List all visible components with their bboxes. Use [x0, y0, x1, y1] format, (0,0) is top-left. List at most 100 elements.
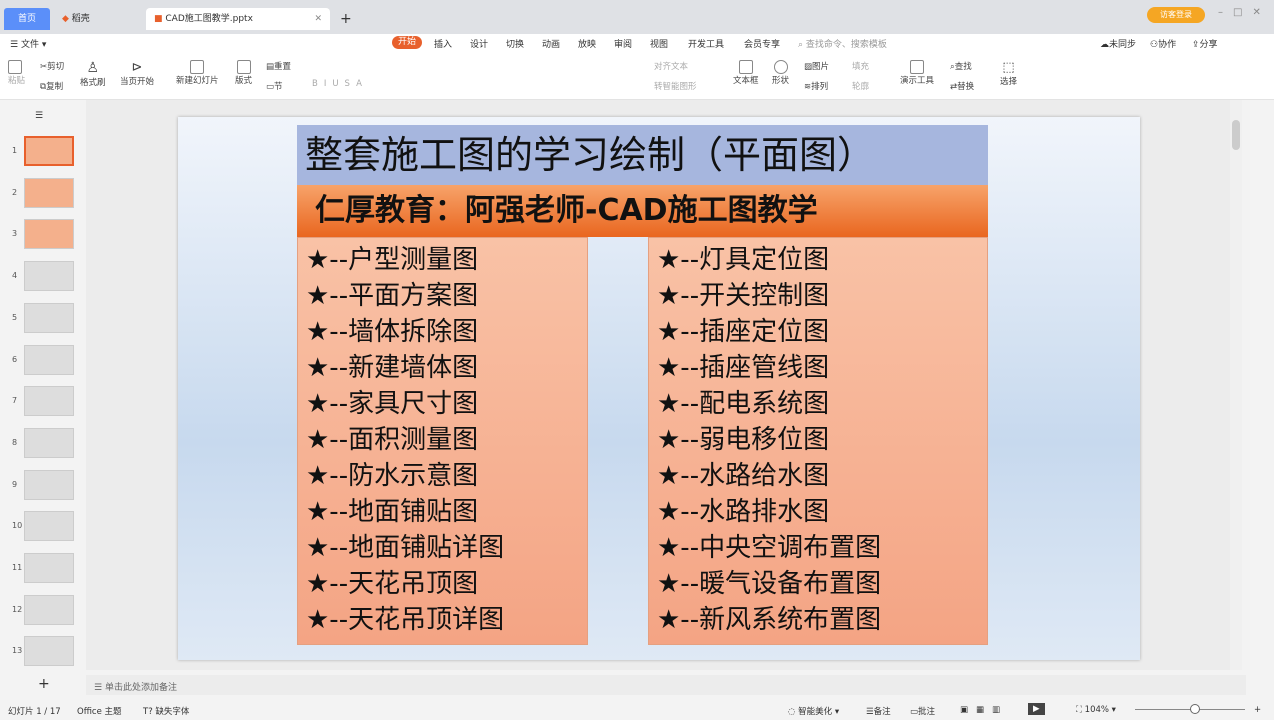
slide-thumbnail[interactable]	[24, 344, 74, 375]
format-painter-button[interactable]: ♙ 格式刷	[80, 60, 106, 88]
list-item: ★--地面铺贴图	[306, 497, 479, 527]
outline-view-icon[interactable]: ☰	[35, 111, 43, 121]
sync-button[interactable]: ☁未同步	[1100, 37, 1136, 50]
close-tab-icon[interactable]: ✕	[314, 8, 322, 30]
replace-label: 替换	[957, 82, 975, 92]
list-item: ★--暖气设备布置图	[657, 569, 882, 599]
slide-thumbnail[interactable]	[24, 136, 74, 166]
tab-view[interactable]: 视图	[650, 37, 668, 50]
zoom-in-button[interactable]: +	[1254, 705, 1261, 715]
slide-thumbnail[interactable]	[24, 302, 74, 333]
file-menu[interactable]: ☰ 文件 ▾	[10, 37, 46, 50]
slide-thumbnail[interactable]	[24, 261, 74, 292]
shape-button[interactable]: 形状	[772, 60, 789, 86]
reset-button[interactable]: ▤重置	[266, 60, 291, 72]
scroll-thumb[interactable]	[1232, 120, 1240, 150]
new-slide-button[interactable]: 新建幻灯片	[176, 60, 219, 86]
present-tools-label: 演示工具	[900, 76, 935, 86]
slide-thumbnail[interactable]	[24, 594, 74, 625]
play-slideshow-button[interactable]: ▶	[1028, 703, 1045, 715]
slide-thumbnail[interactable]	[24, 511, 74, 542]
slide-thumbnail[interactable]	[24, 177, 74, 208]
cut-label: 剪切	[47, 62, 65, 72]
left-list[interactable]: ★--户型测量图 ★--平面方案图 ★--墙体拆除图 ★--新建墙体图 ★--家具尺寸图…	[297, 237, 588, 645]
slide-title[interactable]: 整套施工图的学习绘制（平面图）	[297, 125, 988, 185]
slide-counter: 幻灯片 1 / 17	[8, 707, 61, 717]
slide-thumbnail[interactable]	[24, 386, 74, 417]
smartart-button[interactable]: 转智能图形	[654, 80, 697, 92]
notes-pane[interactable]: ☰ 单击此处添加备注	[86, 675, 1246, 695]
copy-button[interactable]: ⧉复制	[40, 80, 63, 92]
add-slide-button[interactable]: +	[38, 676, 50, 692]
slide-number: 12	[12, 604, 23, 614]
tab-slideshow[interactable]: 放映	[578, 37, 596, 50]
fill-button[interactable]: 填充	[852, 60, 869, 72]
zoom-fit-button[interactable]: ⛶ 104% ▾	[1076, 705, 1116, 715]
right-list[interactable]: ★--灯具定位图 ★--开关控制图 ★--插座定位图 ★--插座管线图 ★--配电系统图…	[648, 237, 988, 645]
missing-font-button[interactable]: T? 缺失字体	[143, 705, 189, 717]
cut-button[interactable]: ✂剪切	[40, 60, 64, 72]
align-text-button[interactable]: 对齐文本	[654, 60, 688, 72]
window-controls[interactable]: –□✕	[1218, 7, 1271, 18]
notes-button[interactable]: ☰备注	[866, 705, 891, 717]
list-item: ★--地面铺贴详图	[306, 533, 505, 563]
slide-thumbnail-panel: ☰ 1 2 3 4 5 6 7 8 9 10 11 12 13	[0, 108, 86, 670]
fill-label: 填充	[852, 62, 870, 72]
list-item: ★--平面方案图	[306, 281, 479, 311]
list-item: ★--新风系统布置图	[657, 605, 882, 635]
font-format-buttons[interactable]: BIUSA	[312, 79, 368, 89]
slide-subtitle[interactable]: 仁厚教育：阿强老师-CAD施工图教学	[297, 185, 988, 237]
select-button[interactable]: ⬚ 选择	[1000, 60, 1017, 87]
slide-number: 9	[12, 479, 18, 489]
tab-transition[interactable]: 切换	[506, 37, 524, 50]
layout-button[interactable]: 版式	[235, 60, 252, 86]
tab-review[interactable]: 审阅	[614, 37, 632, 50]
beautify-button[interactable]: ◌ 智能美化 ▾	[788, 705, 839, 717]
beautify-label: 智能美化	[798, 707, 833, 717]
replace-button[interactable]: ⇄替换	[950, 80, 974, 92]
command-search[interactable]: ⌕ 查找命令、搜索模板	[798, 37, 887, 50]
smartart-label: 转智能图形	[654, 82, 697, 92]
comment-button[interactable]: ▭批注	[910, 705, 935, 717]
paste-button[interactable]: 粘贴	[8, 60, 25, 86]
share-button[interactable]: ⇪分享	[1192, 37, 1218, 50]
list-item: ★--开关控制图	[657, 281, 830, 311]
outline-button[interactable]: 轮廓	[852, 80, 869, 92]
login-button[interactable]: 访客登录	[1147, 7, 1205, 23]
play-from-current-button[interactable]: ⊳ 当页开始	[120, 60, 154, 87]
collab-button[interactable]: ⚇协作	[1150, 37, 1176, 50]
present-icon	[910, 60, 924, 74]
slide-thumbnail[interactable]	[24, 427, 74, 458]
picture-button[interactable]: ▨图片	[804, 60, 829, 72]
slide-thumbnail[interactable]	[24, 636, 74, 667]
zoom-slider-handle[interactable]	[1190, 704, 1200, 714]
textbox-button[interactable]: 文本框	[733, 60, 759, 86]
slide-number: 5	[12, 312, 18, 322]
tab-docer[interactable]: ◆ 稻壳	[54, 8, 144, 30]
tab-start[interactable]: 开始	[392, 36, 423, 49]
new-tab-button[interactable]: +	[332, 8, 352, 30]
slide-thumbnail[interactable]	[24, 469, 74, 500]
slide-number: 7	[12, 396, 18, 406]
align-text-label: 对齐文本	[654, 62, 689, 72]
tab-developer[interactable]: 开发工具	[688, 37, 724, 50]
list-item: ★--插座管线图	[657, 353, 830, 383]
tab-design[interactable]: 设计	[470, 37, 488, 50]
status-bar: 幻灯片 1 / 17 Office 主题 T? 缺失字体 ◌ 智能美化 ▾ ☰备…	[0, 700, 1274, 720]
slide-thumbnail[interactable]	[24, 219, 74, 250]
view-buttons[interactable]: ▣▦▥	[960, 705, 1008, 715]
arrange-button[interactable]: ≋排列	[804, 80, 828, 92]
tab-animation[interactable]: 动画	[542, 37, 560, 50]
present-tools-button[interactable]: 演示工具	[900, 60, 934, 86]
tab-document[interactable]: ■ CAD施工图教学.pptx ✕	[146, 8, 330, 30]
list-item: ★--插座定位图	[657, 317, 830, 347]
tab-insert[interactable]: 插入	[434, 37, 452, 50]
tab-member[interactable]: 会员专享	[744, 37, 780, 50]
vertical-scrollbar[interactable]	[1230, 100, 1242, 670]
list-item: ★--家具尺寸图	[306, 389, 479, 419]
slide-thumbnail[interactable]	[24, 553, 74, 583]
find-button[interactable]: ⌕查找	[950, 60, 972, 72]
section-button[interactable]: ▭节	[266, 80, 283, 92]
search-placeholder: 查找命令、搜索模板	[805, 40, 887, 50]
tab-home[interactable]: 首页	[4, 8, 50, 30]
